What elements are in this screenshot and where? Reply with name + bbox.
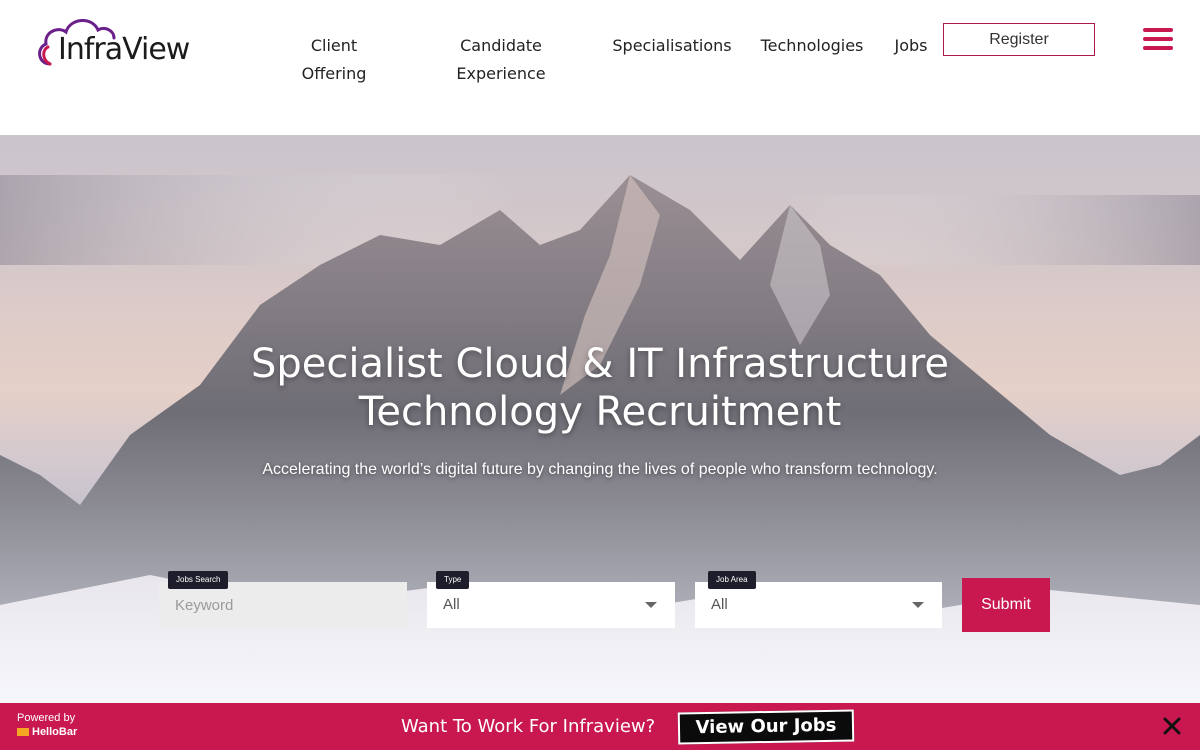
nav-specialisations[interactable]: Specialisations — [608, 32, 736, 60]
hamburger-menu-icon[interactable] — [1143, 28, 1173, 50]
view-our-jobs-button[interactable]: View Our Jobs — [677, 709, 855, 745]
nav-label: Client — [310, 36, 358, 55]
site-header: InfraView Client Offering Candidate Expe… — [0, 0, 1200, 135]
register-button[interactable]: Register — [943, 23, 1095, 56]
hellobar-message: Want To Work For Infraview? — [401, 716, 656, 737]
hero-headline: Specialist Cloud & IT Infrastructure Tec… — [0, 340, 1200, 436]
close-icon[interactable] — [1163, 717, 1181, 735]
job-area-select-value: All — [711, 596, 728, 613]
powered-by-label: Powered by — [17, 712, 76, 724]
infraview-logo[interactable]: InfraView — [36, 14, 206, 74]
headline-line-2: Technology Recruitment — [358, 389, 842, 435]
nav-label: Specialisations — [612, 36, 732, 55]
nav-label: Candidate — [460, 36, 542, 55]
hellobar-brand: HelloBar — [32, 726, 78, 738]
type-select-value: All — [443, 596, 460, 613]
nav-label: Jobs — [894, 36, 928, 55]
headline-line-1: Specialist Cloud & IT Infrastructure — [250, 341, 949, 387]
type-select[interactable]: All Type — [427, 571, 675, 628]
hero-subline: Accelerating the world’s digital future … — [262, 461, 938, 478]
hellobar: Powered by HelloBar Want To Work For Inf… — [0, 703, 1200, 750]
nav-label: Experience — [456, 64, 546, 83]
powered-by-hellobar[interactable]: Powered by HelloBar — [17, 711, 77, 739]
nav-label: Offering — [301, 64, 367, 83]
type-tag: Type — [436, 571, 470, 589]
nav-jobs[interactable]: Jobs — [888, 32, 934, 60]
nav-label: Technologies — [760, 36, 864, 55]
nav-technologies[interactable]: Technologies — [755, 32, 869, 60]
chevron-down-icon — [645, 602, 657, 608]
nav-candidate-experience[interactable]: Candidate Experience — [446, 32, 556, 88]
job-area-select[interactable]: All Job Area — [695, 571, 942, 628]
chevron-down-icon — [912, 602, 924, 608]
job-area-tag: Job Area — [708, 571, 756, 589]
submit-button[interactable]: Submit — [962, 578, 1050, 632]
nav-client-offering[interactable]: Client Offering — [284, 32, 384, 88]
logo-text: InfraView — [58, 32, 190, 67]
hero-banner: Specialist Cloud & IT Infrastructure Tec… — [0, 135, 1200, 703]
keyword-field: Jobs Search — [159, 571, 407, 628]
hellobar-logo-icon — [17, 728, 29, 736]
jobs-search-tag: Jobs Search — [168, 571, 229, 589]
